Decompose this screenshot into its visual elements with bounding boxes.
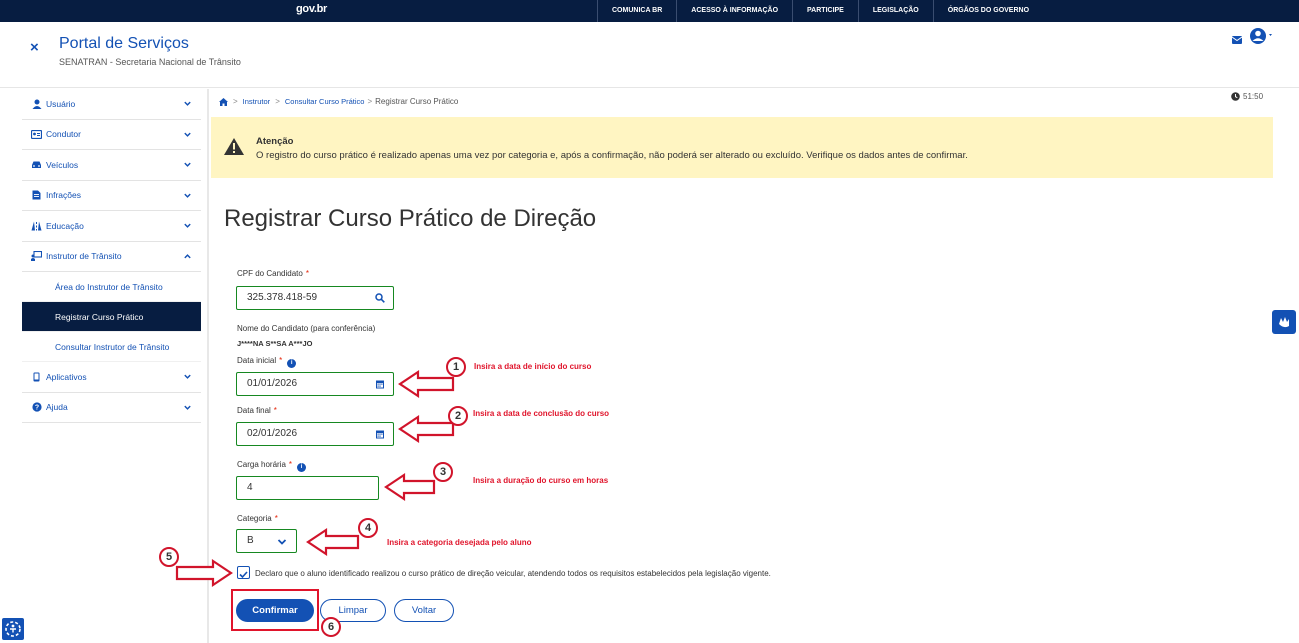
arrow-left-icon [398, 414, 455, 444]
annotation-3-text: Insira a duração do curso em horas [473, 476, 609, 485]
annotation-4-text: Insira a categoria desejada pelo aluno [387, 538, 532, 547]
step-marker-5: 5 [159, 547, 179, 567]
step-marker-2: 2 [448, 406, 468, 426]
step-marker-4: 4 [358, 518, 378, 538]
vlibras-accessibility-button[interactable] [1272, 310, 1296, 334]
annotation-arrows [175, 369, 455, 588]
annotation-2-text: Insira a data de conclusão do curso [473, 409, 610, 418]
confirm-highlight-box [231, 589, 319, 631]
step-marker-1: 1 [446, 357, 466, 377]
annotation-1-text: Insira a data de início do curso [474, 362, 592, 371]
step-marker-6: 6 [321, 617, 341, 637]
arrow-left-icon [306, 527, 360, 557]
step-marker-3: 3 [433, 462, 453, 482]
sign-language-icon [1279, 317, 1289, 328]
accessibility-widget-button[interactable] [2, 618, 24, 640]
arrow-right-icon [175, 558, 233, 588]
arrow-left-icon [384, 472, 436, 502]
accessibility-icon [5, 621, 21, 637]
arrow-left-icon [398, 369, 455, 399]
